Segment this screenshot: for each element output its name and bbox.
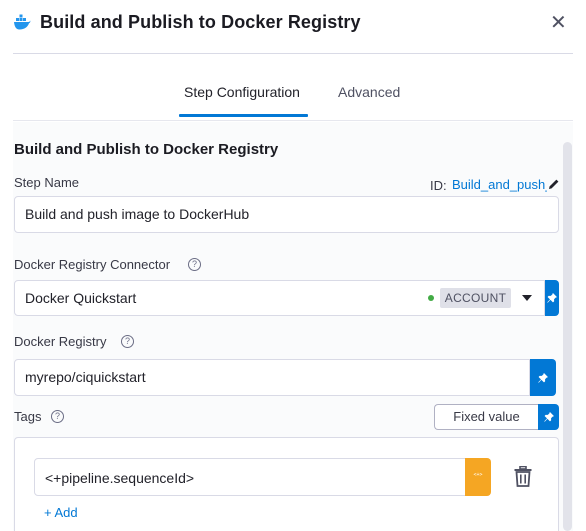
expression-toggle-button[interactable]: <+> [465, 458, 491, 496]
tab-advanced[interactable]: Advanced [338, 84, 400, 100]
connector-pin-button[interactable] [545, 280, 559, 316]
connector-label: Docker Registry Connector [14, 257, 171, 272]
registry-label: Docker Registry [14, 334, 107, 349]
help-icon[interactable]: ? [188, 258, 201, 271]
active-tab-indicator [179, 114, 308, 117]
help-icon[interactable]: ? [51, 410, 64, 423]
step-id-value[interactable]: Build_and_push_image_to_DockerHub [452, 177, 547, 192]
header-divider [13, 53, 573, 54]
registry-value: myrepo/ciquickstart [25, 369, 146, 385]
expression-icon: <+> [473, 472, 483, 478]
pin-icon [543, 412, 554, 422]
drawer-title: Build and Publish to Docker Registry [40, 12, 361, 32]
tags-pin-button[interactable] [538, 404, 559, 430]
scope-badge: ACCOUNT [440, 288, 511, 308]
scrollbar[interactable] [563, 142, 572, 531]
id-label: ID: [430, 178, 447, 193]
tab-step-configuration[interactable]: Step Configuration [184, 84, 300, 100]
tab-bar: Step Configuration Advanced [0, 78, 586, 120]
connector-value: Docker Quickstart [25, 290, 137, 306]
connector-status-dot [428, 295, 434, 301]
step-name-label: Step Name [14, 175, 80, 190]
registry-pin-button[interactable] [530, 359, 556, 396]
pin-icon [547, 293, 557, 303]
step-name-value: Build and push image to DockerHub [25, 206, 250, 222]
tag-input[interactable]: <+pipeline.sequenceId> [34, 458, 466, 496]
pencil-icon[interactable] [548, 178, 560, 190]
tabs-divider [13, 120, 573, 121]
docker-icon [14, 14, 31, 30]
tags-label: Tags [14, 409, 42, 424]
add-tag-button[interactable]: + Add [44, 505, 78, 520]
fixed-value-button[interactable]: Fixed value [434, 404, 538, 430]
pin-icon [538, 372, 548, 383]
section-title: Build and Publish to Docker Registry [14, 141, 279, 158]
help-icon[interactable]: ? [121, 335, 134, 348]
registry-input[interactable]: myrepo/ciquickstart [14, 359, 530, 396]
chevron-down-icon[interactable] [522, 295, 532, 301]
step-name-input[interactable]: Build and push image to DockerHub [14, 196, 559, 233]
trash-icon[interactable] [514, 466, 532, 487]
tag-value: <+pipeline.sequenceId> [45, 470, 195, 486]
drawer-header: Build and Publish to Docker Registry ✕ [0, 0, 586, 53]
close-icon[interactable]: ✕ [550, 13, 567, 33]
